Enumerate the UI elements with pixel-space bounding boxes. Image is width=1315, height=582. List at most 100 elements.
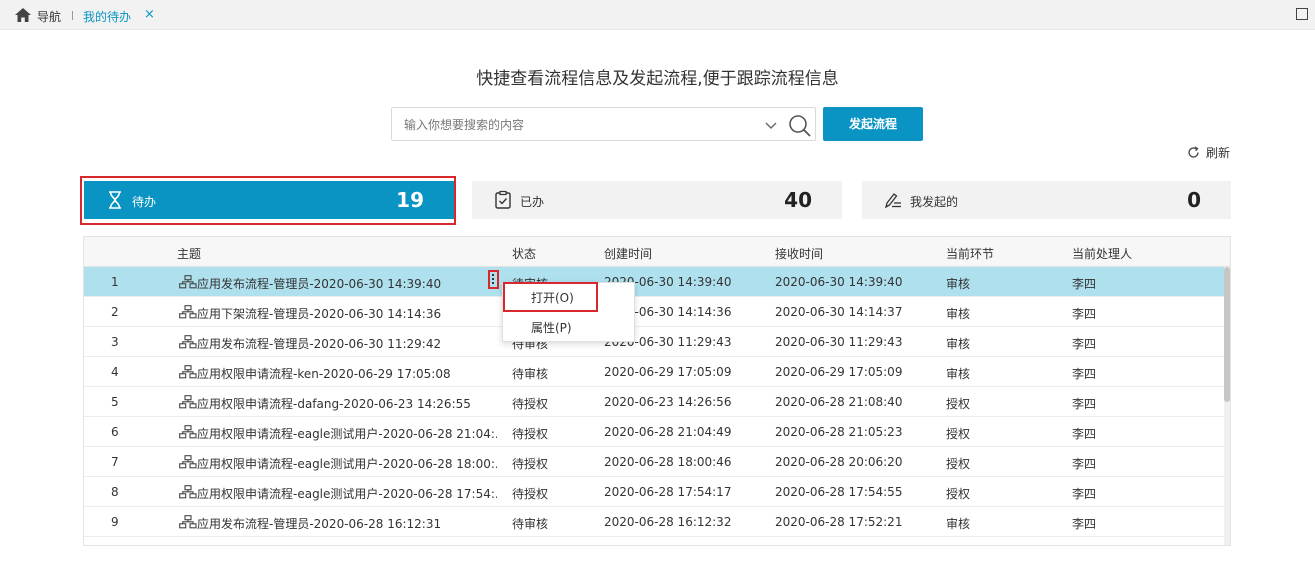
row-number: 1	[111, 275, 119, 289]
more-vertical-icon	[492, 273, 495, 286]
row-handler: 李四	[1072, 307, 1097, 321]
row-current-step: 授权	[946, 427, 971, 441]
row-current-step: 审核	[946, 277, 971, 291]
process-flow-icon	[179, 275, 197, 289]
row-title: 应用下架流程-管理员-2020-06-30 14:14:36	[197, 307, 442, 321]
table-row[interactable]: 3 应用发布流程-管理员-2020-06-30 11:29:42 待审核 2020-0…	[84, 327, 1224, 357]
row-received-time: 2020-06-28 17:54:55	[775, 485, 903, 499]
search-input[interactable]	[404, 116, 744, 134]
tab-my-todo[interactable]: 我的待办	[83, 8, 131, 25]
row-status: 待审核	[512, 367, 549, 381]
todo-card-highlight	[80, 176, 456, 225]
column-header-received[interactable]: 接收时间	[775, 245, 823, 262]
row-status: 待授权	[512, 397, 549, 411]
column-header-title[interactable]: 主题	[177, 245, 201, 262]
table-row[interactable]: 4 应用权限申请流程-ken-2020-06-29 17:05:08 待审核 2020…	[84, 357, 1224, 387]
card-done-count: 40	[784, 188, 812, 212]
table-scrollbar[interactable]	[1224, 267, 1230, 545]
row-current-step: 审核	[946, 517, 971, 531]
row-number: 8	[111, 485, 119, 499]
row-status: 待审核	[512, 517, 549, 531]
row-received-time: 2020-06-28 17:52:21	[775, 515, 903, 529]
edit-list-icon	[884, 193, 901, 209]
row-created-time: 2020-06-23 14:26:56	[604, 395, 732, 409]
column-header-status[interactable]: 状态	[512, 245, 536, 262]
row-title: 应用权限申请流程-ken-2020-06-29 17:05:08	[197, 367, 451, 381]
card-initiated-label: 我发起的	[910, 195, 959, 209]
row-received-time: 2020-06-30 14:14:37	[775, 305, 903, 319]
page-headline: 快捷查看流程信息及发起流程,便于跟踪流程信息	[476, 69, 839, 89]
column-header-handler[interactable]: 当前处理人	[1072, 245, 1132, 262]
row-handler: 李四	[1072, 277, 1097, 291]
row-title: 应用发布流程-管理员-2020-06-30 11:29:42	[197, 337, 442, 351]
table-row[interactable]: 5 应用权限申请流程-dafang-2020-06-23 14:26:55 待授权 2…	[84, 387, 1224, 417]
search-icon[interactable]	[788, 114, 812, 138]
row-received-time: 2020-06-28 21:08:40	[775, 395, 903, 409]
table-row[interactable]: 7 应用权限申请流程-eagle测试用户-2020-06-28 18:00:...…	[84, 447, 1224, 477]
table-header: 主题 状态 创建时间 接收时间 当前环节 当前处理人	[84, 237, 1230, 267]
row-created-time: 2020-06-29 17:05:09	[604, 365, 732, 379]
row-number: 9	[111, 515, 119, 529]
card-initiated-count: 0	[1187, 188, 1201, 212]
column-header-step[interactable]: 当前环节	[946, 245, 994, 262]
open-item-highlight	[503, 282, 598, 312]
nav-label[interactable]: 导航	[37, 8, 61, 25]
row-number: 4	[111, 365, 119, 379]
row-created-time: 2020-06-28 16:12:32	[604, 515, 732, 529]
row-handler: 李四	[1072, 367, 1097, 381]
row-current-step: 授权	[946, 397, 971, 411]
card-done-label: 已办	[520, 195, 545, 209]
context-menu-properties[interactable]: 属性(P)	[503, 313, 634, 343]
process-flow-icon	[179, 485, 197, 499]
row-handler: 李四	[1072, 517, 1097, 531]
row-received-time: 2020-06-28 21:05:23	[775, 425, 903, 439]
row-created-time: 2020-06-28 18:00:46	[604, 455, 732, 469]
row-status: 待授权	[512, 427, 549, 441]
top-bar: 导航 我的待办 ×	[0, 0, 1315, 30]
row-title: 应用权限申请流程-eagle测试用户-2020-06-28 21:04:...	[197, 427, 497, 441]
row-status: 待授权	[512, 457, 549, 471]
process-flow-icon	[179, 425, 197, 439]
row-more-button[interactable]	[488, 270, 499, 289]
tab-divider	[72, 11, 73, 20]
maximize-icon[interactable]	[1296, 8, 1308, 20]
process-flow-icon	[179, 515, 197, 529]
row-number: 6	[111, 425, 119, 439]
row-number: 7	[111, 455, 119, 469]
table-row[interactable]: 6 应用权限申请流程-eagle测试用户-2020-06-28 21:04:...…	[84, 417, 1224, 447]
row-handler: 李四	[1072, 397, 1097, 411]
process-flow-icon	[179, 335, 197, 349]
column-header-created[interactable]: 创建时间	[604, 245, 652, 262]
row-created-time: 2020-06-28 21:04:49	[604, 425, 732, 439]
refresh-label: 刷新	[1206, 146, 1231, 160]
card-done[interactable]: 已办 40	[472, 181, 842, 219]
table-body: 1 应用发布流程-管理员-2020-06-30 14:39:40 待审核 2020-0…	[84, 267, 1224, 537]
row-number: 3	[111, 335, 119, 349]
row-current-step: 审核	[946, 307, 971, 321]
todo-table: 主题 状态 创建时间 接收时间 当前环节 当前处理人 1 应用发布流程-管理员-2…	[83, 236, 1231, 546]
row-received-time: 2020-06-30 14:39:40	[775, 275, 903, 289]
table-row[interactable]: 1应用发布流程-管理员-2020-06-30 14:39:40待审核2020-0…	[84, 267, 1224, 297]
scrollbar-thumb[interactable]	[1224, 267, 1230, 402]
row-created-time: 2020-06-28 17:54:17	[604, 485, 732, 499]
row-title: 应用权限申请流程-eagle测试用户-2020-06-28 18:00:...	[197, 457, 497, 471]
table-row[interactable]: 8 应用权限申请流程-eagle测试用户-2020-06-28 17:54:...…	[84, 477, 1224, 507]
row-current-step: 授权	[946, 457, 971, 471]
process-flow-icon	[179, 395, 197, 409]
start-process-button[interactable]: 发起流程	[823, 107, 923, 141]
tab-close-icon[interactable]: ×	[144, 7, 155, 22]
row-current-step: 授权	[946, 487, 971, 501]
chevron-down-icon[interactable]	[764, 118, 778, 132]
table-row[interactable]: 9 应用发布流程-管理员-2020-06-28 16:12:31 待审核 2020-0…	[84, 507, 1224, 537]
row-received-time: 2020-06-29 17:05:09	[775, 365, 903, 379]
card-initiated[interactable]: 我发起的 0	[862, 181, 1231, 219]
row-number: 2	[111, 305, 119, 319]
refresh-icon	[1188, 146, 1199, 158]
process-flow-icon	[179, 305, 197, 319]
table-row[interactable]: 2应用下架流程-管理员-2020-06-30 14:14:36待审核2020-0…	[84, 297, 1224, 327]
search-box[interactable]	[391, 107, 816, 141]
home-icon[interactable]	[15, 8, 31, 22]
row-title: 应用发布流程-管理员-2020-06-28 16:12:31	[197, 517, 442, 531]
clipboard-check-icon	[495, 190, 511, 209]
row-received-time: 2020-06-30 11:29:43	[775, 335, 903, 349]
